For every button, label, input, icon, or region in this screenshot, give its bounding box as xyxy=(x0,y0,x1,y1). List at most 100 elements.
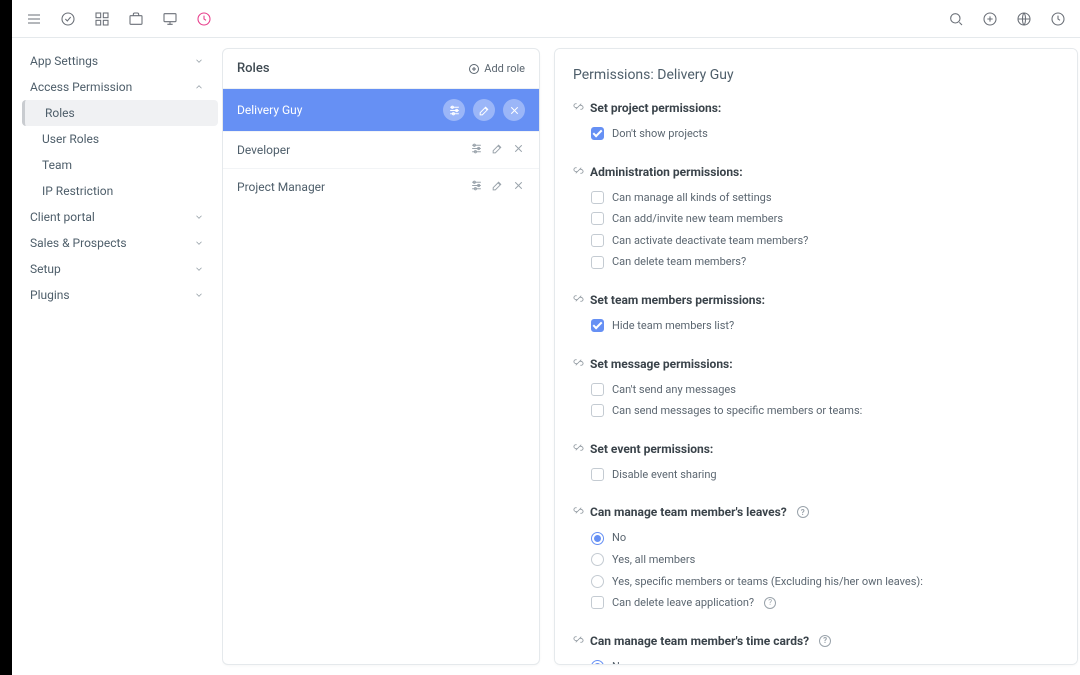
add-role-button[interactable]: Add role xyxy=(468,62,525,75)
monitor-icon[interactable] xyxy=(162,11,178,27)
nav-plugins[interactable]: Plugins xyxy=(16,282,218,308)
perm-option[interactable]: No xyxy=(573,527,1059,549)
permissions-title: Permissions: Delivery Guy xyxy=(573,67,1059,83)
perm-option-label: Yes, specific members or teams (Excludin… xyxy=(612,573,923,591)
nav-label: Client portal xyxy=(30,210,95,224)
permissions-panel: Permissions: Delivery Guy Set project pe… xyxy=(554,48,1078,665)
checkbox-input[interactable] xyxy=(591,468,604,481)
checkbox-input[interactable] xyxy=(591,383,604,396)
perm-option-label: Can add/invite new team members xyxy=(612,210,783,228)
nav-access-permission[interactable]: Access Permission xyxy=(16,74,218,100)
chevron-down-icon xyxy=(194,264,204,274)
perm-group: Set message permissions: Can't send any m… xyxy=(573,357,1059,422)
nav-label: Sales & Prospects xyxy=(30,236,127,250)
edit-icon[interactable] xyxy=(491,142,504,158)
perm-group: Can manage team member's leaves??NoYes, … xyxy=(573,505,1059,613)
perm-option-label: Can delete leave application? xyxy=(612,594,754,612)
nav-app-settings[interactable]: App Settings xyxy=(16,48,218,74)
perm-option[interactable]: Don't show projects xyxy=(573,123,1059,145)
link-icon xyxy=(573,357,584,371)
sidebar-item-team[interactable]: Team xyxy=(22,152,218,178)
plus-circle-icon[interactable] xyxy=(982,11,998,27)
perm-option[interactable]: Can activate deactivate team members? xyxy=(573,230,1059,252)
sliders-icon[interactable] xyxy=(443,99,465,121)
perm-group: Can manage team member's time cards??NoY… xyxy=(573,634,1059,665)
role-name: Delivery Guy xyxy=(237,103,302,117)
perm-option[interactable]: Yes, specific members or teams (Excludin… xyxy=(573,571,1059,593)
link-icon xyxy=(573,293,584,307)
checkbox-input[interactable] xyxy=(591,256,604,269)
edit-icon[interactable] xyxy=(491,179,504,195)
link-icon xyxy=(573,165,584,179)
search-icon[interactable] xyxy=(948,11,964,27)
nav-client-portal[interactable]: Client portal xyxy=(16,204,218,230)
nav-label: Access Permission xyxy=(30,80,132,94)
sliders-icon[interactable] xyxy=(470,179,483,195)
perm-option[interactable]: Can delete leave application?? xyxy=(573,592,1059,614)
sidebar-item-roles[interactable]: Roles xyxy=(22,100,218,126)
checkbox-input[interactable] xyxy=(591,596,604,609)
radio-input[interactable] xyxy=(591,532,604,545)
close-icon[interactable] xyxy=(512,142,525,158)
nav-label: App Settings xyxy=(30,54,98,68)
sidebar-item-label: Team xyxy=(42,158,72,172)
edit-icon[interactable] xyxy=(473,99,495,121)
globe-icon[interactable] xyxy=(1016,11,1032,27)
perm-option[interactable]: Can add/invite new team members xyxy=(573,208,1059,230)
close-icon[interactable] xyxy=(512,179,525,195)
sidebar-item-user-roles[interactable]: User Roles xyxy=(22,126,218,152)
nav-sales-prospects[interactable]: Sales & Prospects xyxy=(16,230,218,256)
perm-option[interactable]: Can send messages to specific members or… xyxy=(573,400,1059,422)
radio-input[interactable] xyxy=(591,660,604,665)
help-icon[interactable]: ? xyxy=(764,597,776,609)
link-icon xyxy=(573,442,584,456)
role-row[interactable]: Project Manager xyxy=(223,169,539,205)
chevron-up-icon xyxy=(194,82,204,92)
perm-option[interactable]: Hide team members list? xyxy=(573,315,1059,337)
perm-option[interactable]: Disable event sharing xyxy=(573,464,1059,486)
chevron-down-icon xyxy=(194,56,204,66)
checkbox-input[interactable] xyxy=(591,404,604,417)
menu-icon[interactable] xyxy=(26,11,42,27)
checkbox-input[interactable] xyxy=(591,319,604,332)
close-icon[interactable] xyxy=(503,99,525,121)
clock-alert-icon[interactable] xyxy=(196,11,212,27)
checkbox-input[interactable] xyxy=(591,212,604,225)
sidebar-item-ip-restriction[interactable]: IP Restriction xyxy=(22,178,218,204)
perm-group-title: Set project permissions: xyxy=(573,101,1059,115)
perm-option-label: No xyxy=(612,658,626,665)
perm-option-label: Yes, all members xyxy=(612,551,695,569)
radio-input[interactable] xyxy=(591,575,604,588)
help-icon[interactable]: ? xyxy=(819,635,831,647)
sliders-icon[interactable] xyxy=(470,142,483,158)
role-row[interactable]: Developer xyxy=(223,132,539,169)
nav-setup[interactable]: Setup xyxy=(16,256,218,282)
perm-option[interactable]: No xyxy=(573,656,1059,665)
briefcase-icon[interactable] xyxy=(128,11,144,27)
checkbox-input[interactable] xyxy=(591,191,604,204)
sidebar-item-label: User Roles xyxy=(42,132,99,146)
roles-panel: Roles Add role Delivery GuyDeveloperProj… xyxy=(222,48,540,665)
perm-group: Administration permissions:Can manage al… xyxy=(573,165,1059,273)
perm-option[interactable]: Can manage all kinds of settings xyxy=(573,187,1059,209)
perm-option-label: Can manage all kinds of settings xyxy=(612,189,772,207)
check-circle-icon[interactable] xyxy=(60,11,76,27)
perm-option-label: Can activate deactivate team members? xyxy=(612,232,808,250)
perm-option[interactable]: Can't send any messages xyxy=(573,379,1059,401)
perm-option[interactable]: Yes, all members xyxy=(573,549,1059,571)
perm-group-title: Set team members permissions: xyxy=(573,293,1059,307)
history-icon[interactable] xyxy=(1050,11,1066,27)
perm-option-label: Can't send any messages xyxy=(612,381,736,399)
role-row[interactable]: Delivery Guy xyxy=(223,89,539,132)
perm-group-title: Set message permissions: xyxy=(573,357,1059,371)
perm-option[interactable]: Can delete team members? xyxy=(573,251,1059,273)
radio-input[interactable] xyxy=(591,553,604,566)
checkbox-input[interactable] xyxy=(591,234,604,247)
perm-group: Set team members permissions: Hide team m… xyxy=(573,293,1059,337)
sidebar-item-label: Roles xyxy=(45,106,75,120)
grid-icon[interactable] xyxy=(94,11,110,27)
topbar xyxy=(12,0,1080,38)
checkbox-input[interactable] xyxy=(591,127,604,140)
help-icon[interactable]: ? xyxy=(797,506,809,518)
perm-option-label: No xyxy=(612,529,626,547)
